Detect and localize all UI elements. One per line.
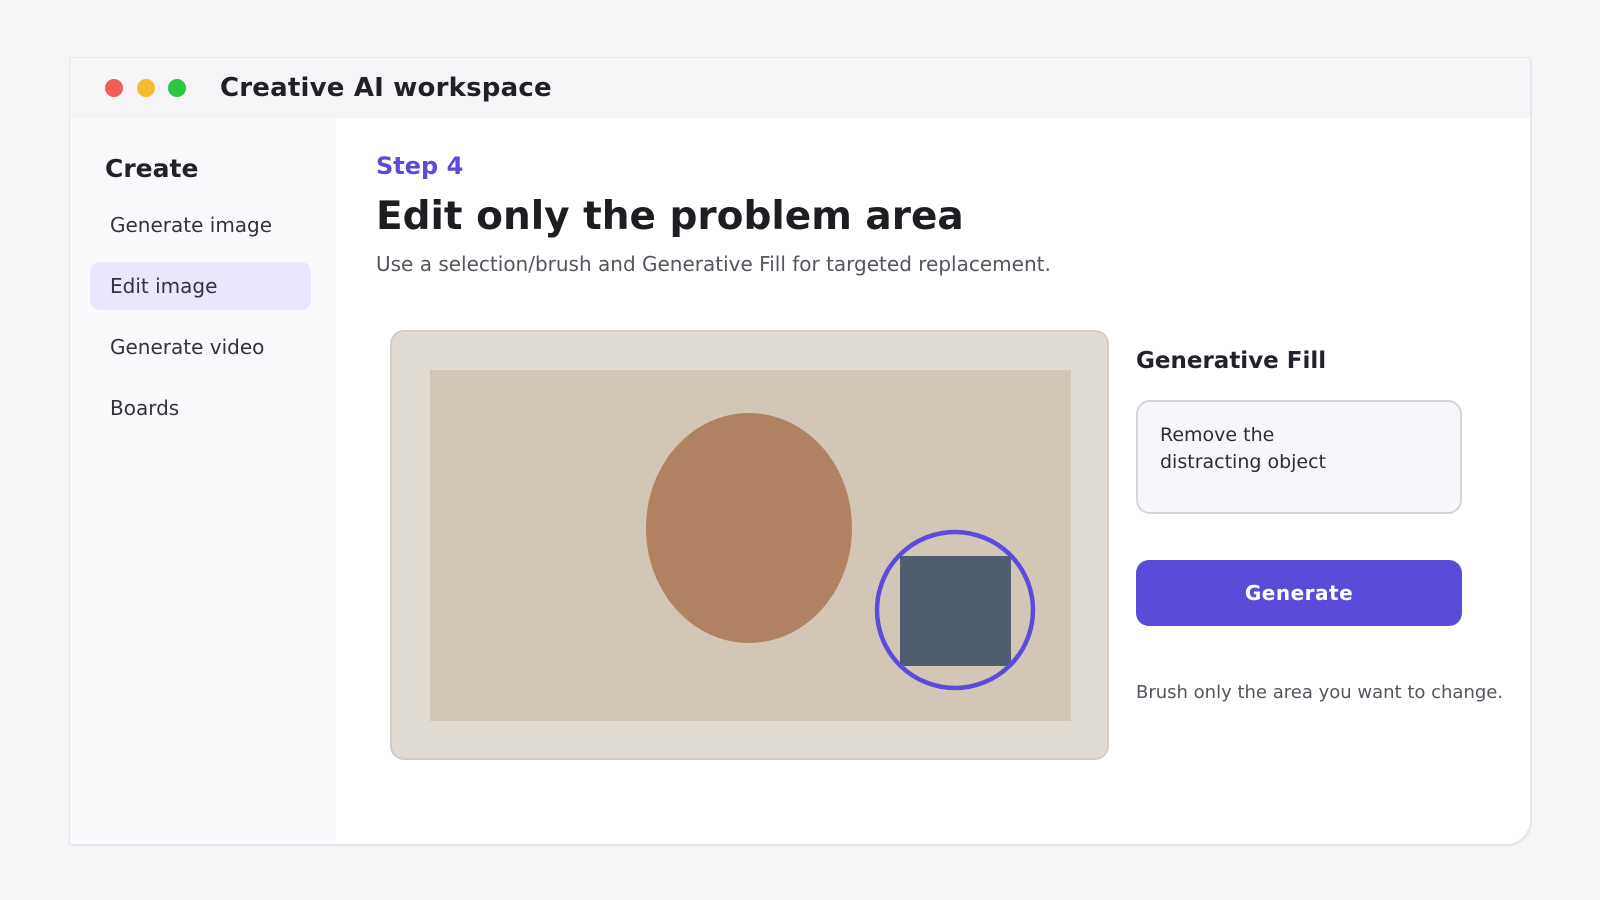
main-content: Step 4 Edit only the problem area Use a … xyxy=(336,118,1530,844)
page-title: Edit only the problem area xyxy=(376,194,964,239)
minimize-window-button[interactable] xyxy=(137,79,155,97)
image-canvas[interactable] xyxy=(390,330,1109,760)
maximize-window-button[interactable] xyxy=(168,79,186,97)
app-window: Creative AI workspace Create Generate im… xyxy=(70,58,1530,844)
sidebar-item-boards[interactable]: Boards xyxy=(90,384,311,432)
brush-hint: Brush only the area you want to change. xyxy=(1136,682,1504,703)
page-subtitle: Use a selection/brush and Generative Fil… xyxy=(376,252,1051,276)
prompt-input[interactable]: Remove the distracting object xyxy=(1136,400,1462,514)
sidebar-heading: Create xyxy=(105,154,199,183)
title-bar: Creative AI workspace xyxy=(70,58,1530,118)
image-preview xyxy=(430,370,1071,721)
sidebar-item-edit-image[interactable]: Edit image xyxy=(90,262,311,310)
close-window-button[interactable] xyxy=(105,79,123,97)
image-subject xyxy=(646,413,852,643)
sidebar-item-generate-image[interactable]: Generate image xyxy=(90,201,311,249)
step-label: Step 4 xyxy=(376,152,464,180)
sidebar-item-generate-video[interactable]: Generate video xyxy=(90,323,311,371)
sidebar: Create Generate image Edit image Generat… xyxy=(70,118,336,844)
app-title: Creative AI workspace xyxy=(220,73,552,103)
generate-button[interactable]: Generate xyxy=(1136,560,1462,626)
distracting-object[interactable] xyxy=(900,556,1011,666)
generative-fill-title: Generative Fill xyxy=(1136,348,1327,374)
